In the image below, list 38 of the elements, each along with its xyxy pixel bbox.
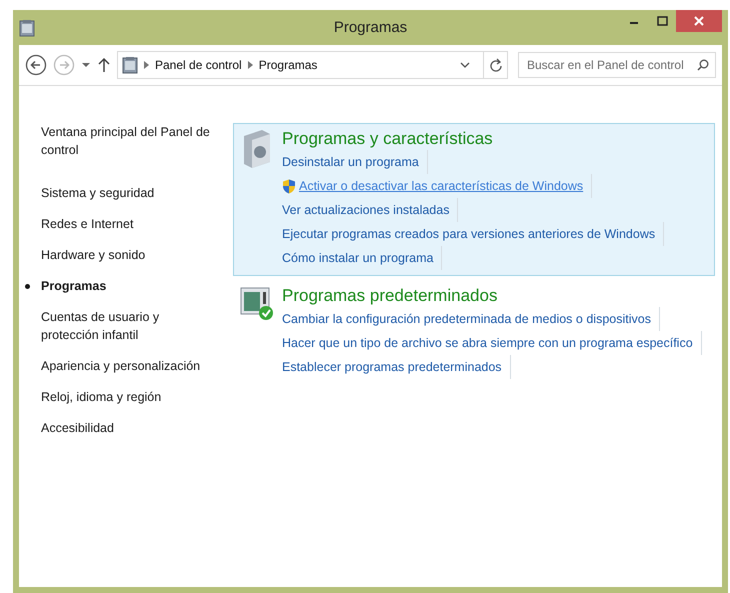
search-box[interactable]: Buscar en el Panel de control xyxy=(518,52,716,78)
sidebar-item[interactable]: Reloj, idioma y región xyxy=(23,388,213,406)
category-title[interactable]: Programas y características xyxy=(282,128,493,150)
sidebar-item[interactable]: Sistema y seguridad xyxy=(23,184,213,202)
task-link[interactable]: Cambiar la configuración predeterminada de medios o dispositivos xyxy=(282,312,651,326)
close-icon xyxy=(694,16,704,26)
sidebar-item[interactable]: Apariencia y personalización xyxy=(23,357,213,375)
recent-locations-button[interactable] xyxy=(81,61,91,69)
task-link[interactable]: Activar o desactivar las características de Windows xyxy=(299,179,584,193)
chevron-icon xyxy=(248,61,253,69)
control-panel-icon xyxy=(122,56,138,74)
sidebar-item[interactable]: Cuentas de usuario y protección infantil xyxy=(23,308,213,344)
close-button[interactable] xyxy=(676,10,722,32)
search-icon xyxy=(697,59,709,71)
chevron-down-icon xyxy=(460,62,470,68)
chevron-icon xyxy=(144,61,149,69)
refresh-icon xyxy=(490,58,502,72)
sidebar-item[interactable]: Programas xyxy=(23,277,213,295)
category-title[interactable]: Programas predeterminados xyxy=(282,285,498,307)
up-button[interactable] xyxy=(97,57,111,73)
task-link[interactable]: Hacer que un tipo de archivo se abra siempre con un programa específico xyxy=(282,336,693,350)
sidebar-item[interactable]: Accesibilidad xyxy=(23,419,213,437)
task-link[interactable]: Cómo instalar un programa xyxy=(282,251,434,265)
breadcrumb[interactable]: Programas xyxy=(258,58,318,72)
maximize-icon xyxy=(656,16,668,26)
sidebar-item[interactable]: Ventana principal del Panel de control xyxy=(23,123,213,159)
window-title: Programas xyxy=(332,19,408,36)
default-programs-icon xyxy=(240,285,274,321)
back-button[interactable] xyxy=(25,54,47,76)
task-link[interactable]: Establecer programas predeterminados xyxy=(282,360,502,374)
sidebar-item[interactable]: Hardware y sonido xyxy=(23,246,213,264)
address-bar[interactable]: Panel de control Programas xyxy=(117,51,508,79)
task-link[interactable]: Desinstalar un programa xyxy=(282,155,419,169)
sidebar-item[interactable]: Redes e Internet xyxy=(23,215,213,233)
task-link[interactable]: Ejecutar programas creados para versiones anteriores de Windows xyxy=(282,227,656,241)
task-link[interactable]: Ver actualizaciones instaladas xyxy=(282,203,450,217)
breadcrumb[interactable]: Panel de control xyxy=(155,58,242,72)
control-panel-icon xyxy=(19,18,35,36)
